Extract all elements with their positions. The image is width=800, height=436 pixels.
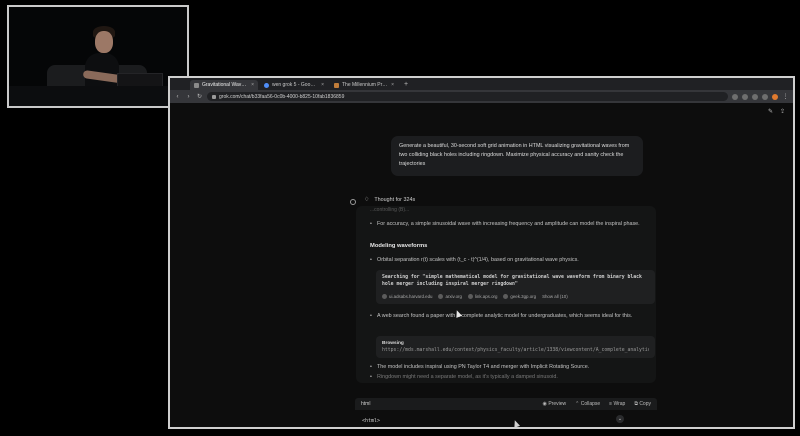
- wrap-button[interactable]: ≡ Wrap: [609, 401, 625, 407]
- tab-label: Gravitational Waves Animati...: [202, 82, 248, 88]
- search-box: Searching for "simple mathematical model…: [376, 270, 655, 304]
- code-line: <html>: [362, 418, 381, 424]
- tab-label: The Millennium Prize Proble...: [342, 82, 389, 88]
- code-language: html: [361, 401, 371, 407]
- user-prompt-text: Generate a beautiful, 30-second soft gri…: [399, 143, 630, 167]
- chevron-down-icon[interactable]: ⌄: [616, 415, 624, 423]
- site-info-icon[interactable]: [212, 94, 216, 99]
- preview-button[interactable]: ◉ Preview: [543, 401, 567, 407]
- tab-strip: Gravitational Waves Animati... × wen gro…: [170, 78, 793, 90]
- show-all-sources[interactable]: Show all (10): [542, 293, 568, 300]
- lightbulb-icon: ♢: [364, 197, 370, 203]
- tab-label: wen grok 5 - Google Search: [272, 82, 318, 88]
- site-icon: [438, 294, 444, 299]
- tab-icon: [194, 82, 199, 88]
- address-bar[interactable]: grok.com/chat/b33faa56-0c0b-4000-b825-10…: [207, 92, 728, 101]
- source-chip[interactable]: ui.adsabs.harvard.edu: [382, 293, 432, 300]
- tab-millennium-prize[interactable]: The Millennium Prize Proble... ×: [330, 80, 398, 90]
- new-tab-button[interactable]: +: [400, 80, 412, 90]
- browsing-label: Browsing: [382, 341, 404, 346]
- url-text: grok.com/chat/b33faa56-0c0b-4000-b825-10…: [219, 93, 345, 100]
- toolbar: ‹ › ↻ grok.com/chat/b33faa56-0c0b-4000-b…: [170, 90, 793, 103]
- copy-button[interactable]: ⧉ Copy: [634, 401, 651, 407]
- thought-bullet: Orbital separation r(t) scales with (t_c…: [370, 256, 646, 265]
- thought-bullet: For accuracy, a simple sinusoidal wave w…: [370, 220, 646, 229]
- collapse-button[interactable]: ⌃ Collapse: [575, 401, 600, 407]
- thinking-panel: ...controlling (B)... For accuracy, a si…: [356, 206, 656, 383]
- section-heading: Modeling waveforms: [370, 243, 428, 249]
- back-icon[interactable]: ‹: [174, 94, 181, 100]
- profile-avatar[interactable]: [772, 93, 778, 100]
- person-head: [95, 31, 113, 53]
- reload-icon[interactable]: ↻: [196, 93, 203, 100]
- thought-bullet: Ringdown might need a separate model, as…: [370, 373, 646, 382]
- webcam-overlay: [7, 5, 189, 108]
- close-icon[interactable]: ×: [321, 82, 324, 88]
- user-prompt-bubble: Generate a beautiful, 30-second soft gri…: [391, 136, 643, 176]
- thought-label: Thought for 324s: [374, 196, 416, 203]
- grok-logo-icon: [350, 199, 356, 205]
- thought-bullet: The model includes inspiral using PN Tay…: [370, 363, 646, 372]
- faded-text: ...controlling (B)...: [370, 207, 410, 213]
- code-block-header: html ◉ Preview ⌃ Collapse ≡ Wrap ⧉ Copy: [355, 398, 657, 410]
- source-chip[interactable]: arxiv.org: [438, 293, 462, 300]
- extensions-icon[interactable]: [752, 93, 758, 100]
- browsing-box: Browsing https://mds.marshall.edu/contex…: [376, 336, 655, 358]
- forward-icon[interactable]: ›: [185, 94, 192, 100]
- menu-icon[interactable]: ⋮: [782, 93, 789, 100]
- floor: [9, 86, 187, 106]
- source-chip[interactable]: link.aps.org: [467, 293, 497, 300]
- edit-icon[interactable]: ✎: [768, 108, 773, 115]
- download-icon[interactable]: [762, 93, 768, 100]
- browsing-url[interactable]: https://mds.marshall.edu/context/physics…: [382, 347, 649, 354]
- close-icon[interactable]: ×: [251, 82, 254, 88]
- extension-icon[interactable]: [732, 93, 738, 100]
- google-icon: [264, 82, 269, 88]
- bookmark-icon[interactable]: [742, 93, 748, 100]
- site-icon: [503, 294, 509, 299]
- close-icon[interactable]: ×: [391, 82, 394, 88]
- search-query: Searching for "simple mathematical model…: [382, 275, 642, 287]
- tab-gravitational-waves[interactable]: Gravitational Waves Animati... ×: [190, 80, 258, 90]
- source-chip[interactable]: geek.3gp.org: [503, 293, 536, 300]
- share-icon[interactable]: ⇪: [780, 108, 785, 115]
- chat-top-actions: ✎ ⇪: [768, 108, 785, 115]
- source-list: ui.adsabs.harvard.edu arxiv.org link.aps…: [382, 293, 649, 300]
- thought-bullet: A web search found a paper with a comple…: [370, 312, 646, 321]
- page-icon: [334, 82, 339, 88]
- thought-toggle[interactable]: ♢ Thought for 324s: [364, 196, 416, 204]
- site-icon: [467, 294, 473, 299]
- tab-google-search[interactable]: wen grok 5 - Google Search ×: [260, 80, 328, 90]
- site-icon: [382, 294, 387, 299]
